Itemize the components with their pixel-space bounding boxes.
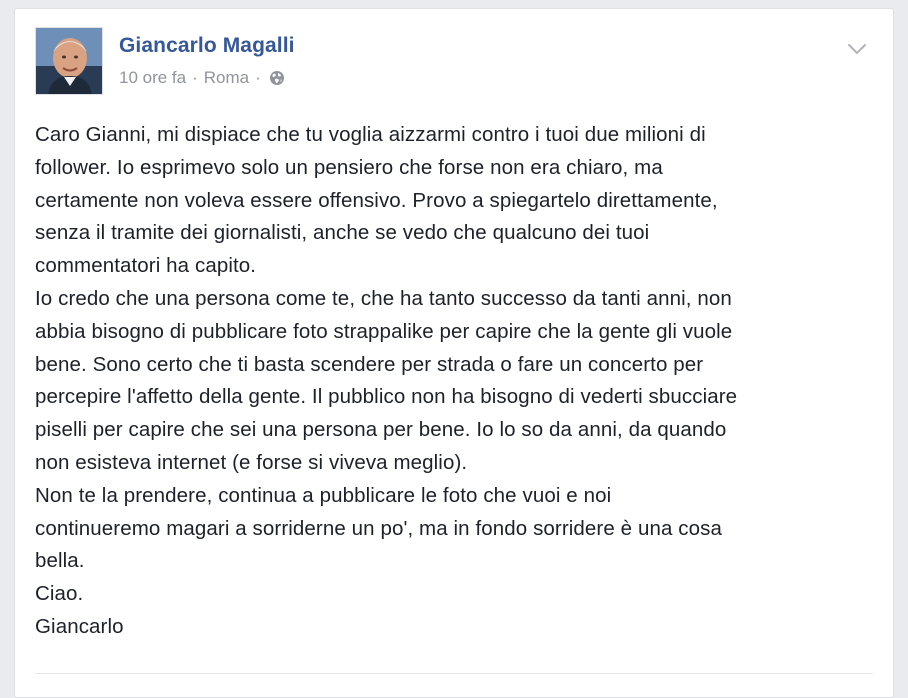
post-text-line: percepire l'affetto della gente. Il pubb… (35, 385, 738, 409)
post-card: Giancarlo Magalli 10 ore fa · Roma · Car… (14, 8, 894, 698)
author-avatar[interactable] (35, 27, 103, 95)
post-text-line: piselli per capire che sei una persona p… (35, 418, 727, 442)
post-text-line: non esisteva internet (e forse si viveva… (35, 450, 468, 474)
post-divider (35, 673, 873, 674)
globe-icon[interactable] (269, 70, 285, 86)
post-meta: 10 ore fa · Roma · (119, 68, 285, 88)
post-timestamp[interactable]: 10 ore fa (119, 68, 186, 88)
post-text-line: continueremo magari a sorriderne un po',… (35, 516, 722, 540)
post-text-line: senza il tramite dei giornalisti, anche … (35, 221, 650, 245)
post-location[interactable]: Roma (204, 68, 249, 88)
post-text-line: Caro Gianni, mi dispiace che tu voglia a… (35, 123, 706, 146)
post-text-line: commentatori ha capito. (35, 254, 257, 278)
chevron-down-icon[interactable] (845, 37, 869, 61)
post-text-line: Non te la prendere, continua a pubblicar… (35, 483, 612, 507)
post-header: Giancarlo Magalli 10 ore fa · Roma · (35, 27, 873, 99)
meta-separator: · (192, 68, 198, 87)
post-text-line: Io credo che una persona come te, che ha… (35, 286, 732, 310)
post-text-line: certamente non voleva essere offensivo. … (35, 188, 718, 212)
post-text-line: abbia bisogno di pubblicare foto strappa… (35, 319, 733, 343)
avatar-image (36, 28, 102, 94)
post-text-line: bene. Sono certo che ti basta scendere p… (35, 352, 704, 376)
meta-separator: · (255, 68, 261, 87)
post-body: Caro Gianni, mi dispiace che tu voglia a… (35, 119, 875, 644)
post-text-line: bella. (35, 549, 85, 573)
post-text-line: follower. Io esprimevo solo un pensiero … (35, 155, 663, 179)
post-text-line: Giancarlo (35, 614, 124, 638)
author-name-link[interactable]: Giancarlo Magalli (119, 34, 295, 58)
post-text-line: Ciao. (35, 582, 84, 606)
